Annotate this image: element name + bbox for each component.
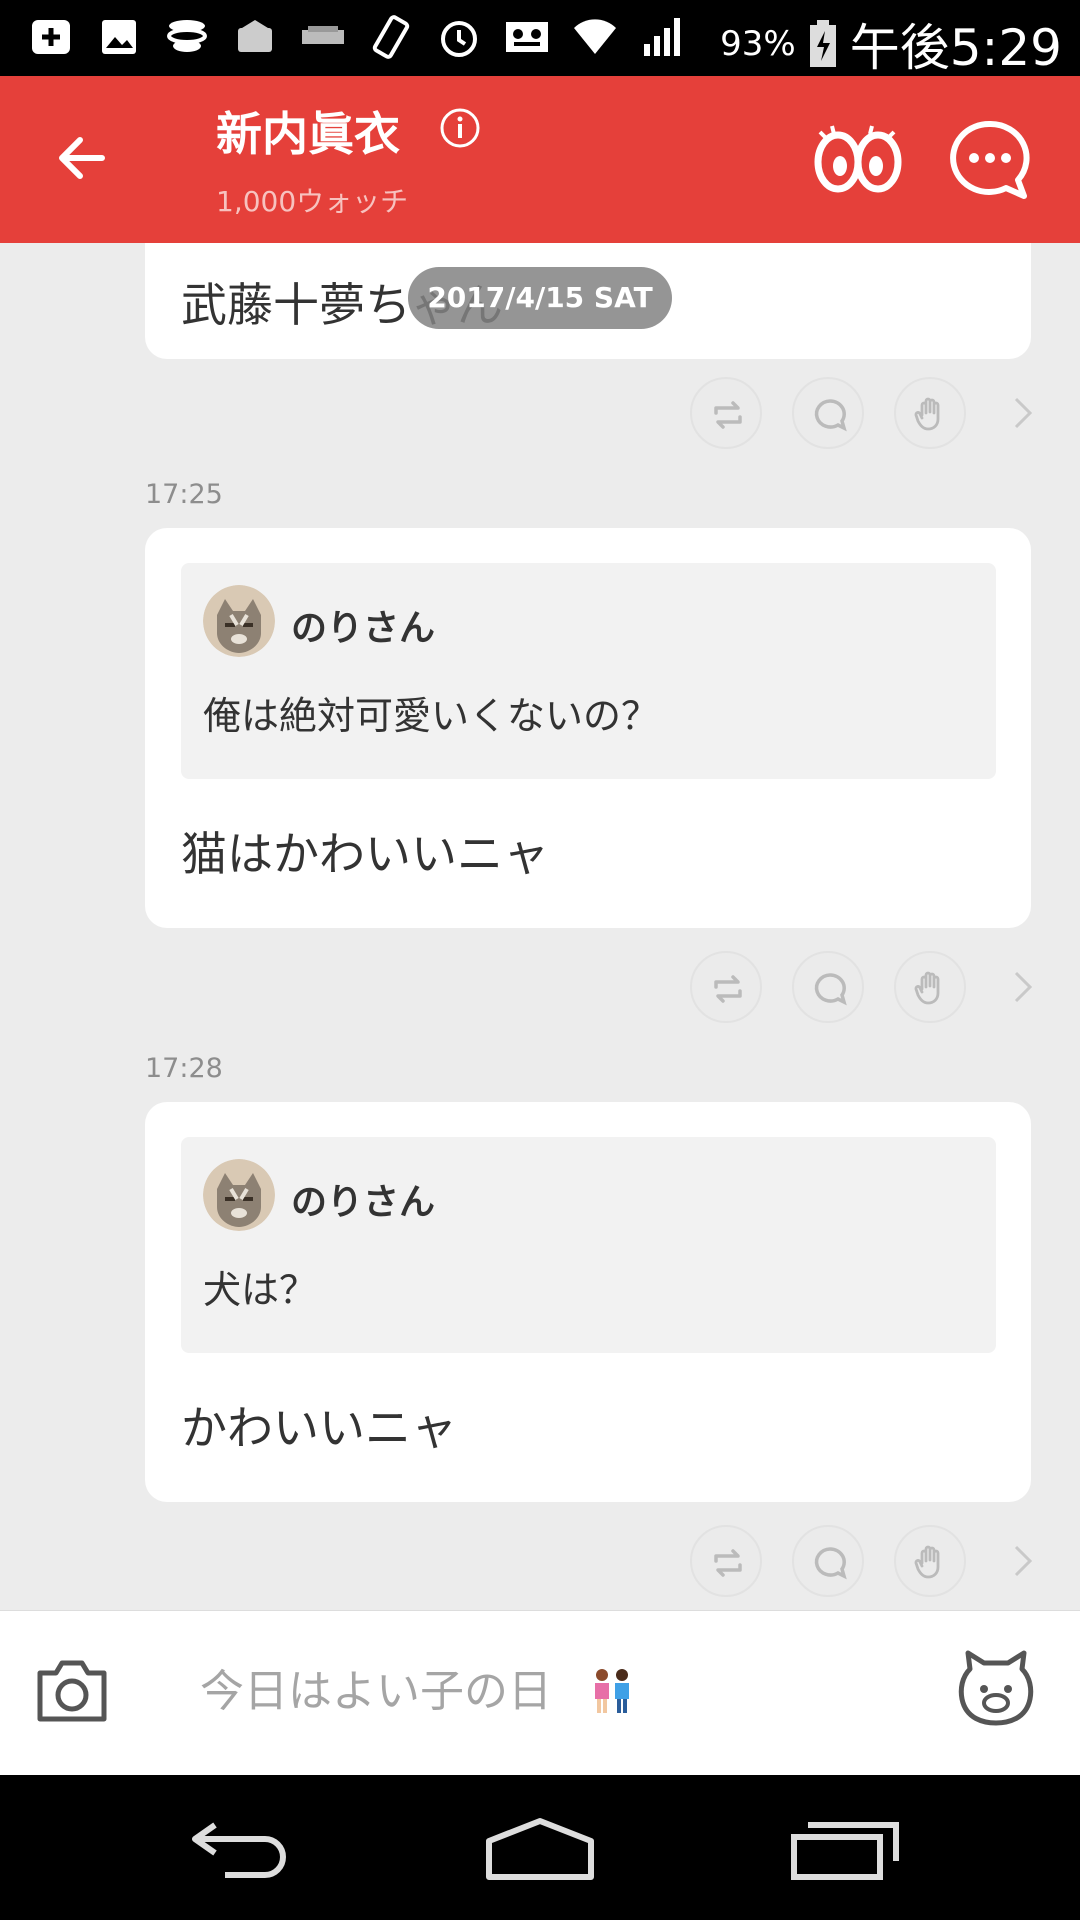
message-actions	[690, 1521, 1050, 1601]
message-feed[interactable]: 武藤十夢ちゃん 2017/4/15 SAT 17:25 のりさん 俺は絶対可愛い…	[0, 243, 1080, 1610]
message-actions	[690, 373, 1050, 453]
repost-button[interactable]	[690, 951, 762, 1023]
chevron-right-icon[interactable]	[1002, 393, 1042, 433]
alarm-icon	[441, 21, 477, 57]
chevron-right-icon[interactable]	[1002, 1541, 1042, 1581]
quote-author: のりさん	[291, 608, 436, 649]
image-icon	[102, 20, 136, 54]
clock: 午後5:29	[849, 19, 1062, 77]
comment-button[interactable]	[792, 951, 864, 1023]
app-header: 新内眞衣 1,000ウォッチ	[0, 76, 1080, 243]
add-box-icon	[32, 20, 70, 54]
repost-icon	[714, 975, 742, 1003]
comment-icon	[814, 1547, 847, 1580]
message-actions	[690, 947, 1050, 1027]
quote-text: 俺は絶対可愛いくないの？	[203, 694, 660, 738]
timestamp: 17:25	[145, 479, 223, 510]
wifi-icon	[574, 19, 616, 54]
clap-button[interactable]	[894, 951, 966, 1023]
avatar[interactable]	[203, 1159, 275, 1231]
rotate-icon	[372, 15, 410, 59]
quoted-message: のりさん 犬は？	[181, 1137, 996, 1353]
camera-icon[interactable]	[34, 1653, 110, 1725]
system-nav-bar	[0, 1775, 1080, 1920]
comment-button[interactable]	[792, 377, 864, 449]
reply-text: 猫はかわいいニャ	[181, 827, 549, 881]
clap-icon	[914, 971, 940, 1005]
quote-text: 犬は？	[203, 1268, 318, 1312]
message-card: のりさん 俺は絶対可愛いくないの？ 猫はかわいいニャ	[145, 528, 1031, 928]
stack-icon	[167, 20, 207, 52]
clap-button[interactable]	[894, 377, 966, 449]
repost-icon	[714, 401, 742, 429]
sticker-bear-icon[interactable]	[956, 1649, 1036, 1727]
message-input[interactable]	[200, 1651, 900, 1731]
voicemail-icon	[506, 22, 548, 52]
battery-percent: 93%	[720, 24, 796, 64]
signal-icon	[644, 18, 680, 56]
page-title: 新内眞衣	[216, 107, 400, 161]
home-nav-icon[interactable]	[485, 1815, 595, 1881]
battery-icon	[809, 20, 836, 67]
comment-icon	[814, 399, 847, 432]
date-pill: 2017/4/15 SAT	[408, 267, 672, 329]
watch-eyes-icon[interactable]	[812, 122, 904, 194]
quoted-message: のりさん 俺は絶対可愛いくないの？	[181, 563, 996, 779]
chat-menu-icon[interactable]	[948, 118, 1032, 202]
message-composer	[0, 1610, 1080, 1775]
message-card: のりさん 犬は？ かわいいニャ	[145, 1102, 1031, 1502]
timestamp: 17:28	[145, 1053, 223, 1084]
quote-author: のりさん	[291, 1182, 436, 1223]
comment-icon	[814, 973, 847, 1006]
watch-count: 1,000ウォッチ	[216, 185, 409, 218]
mail-icon	[238, 20, 272, 52]
badge-icon	[302, 26, 344, 44]
avatar[interactable]	[203, 585, 275, 657]
reply-text: かわいいニャ	[181, 1401, 457, 1455]
repost-button[interactable]	[690, 1525, 762, 1597]
repost-icon	[714, 1549, 742, 1577]
info-icon[interactable]	[438, 106, 482, 150]
chevron-right-icon[interactable]	[1002, 967, 1042, 1007]
couple-emoji-icon	[595, 1669, 629, 1713]
clap-icon	[914, 397, 940, 431]
recents-nav-icon[interactable]	[790, 1815, 900, 1881]
clap-button[interactable]	[894, 1525, 966, 1597]
status-bar: 93% 午後5:29	[0, 0, 1080, 77]
back-arrow-icon[interactable]	[52, 128, 112, 188]
comment-button[interactable]	[792, 1525, 864, 1597]
repost-button[interactable]	[690, 377, 762, 449]
back-nav-icon[interactable]	[185, 1815, 295, 1881]
clap-icon	[914, 1545, 940, 1579]
